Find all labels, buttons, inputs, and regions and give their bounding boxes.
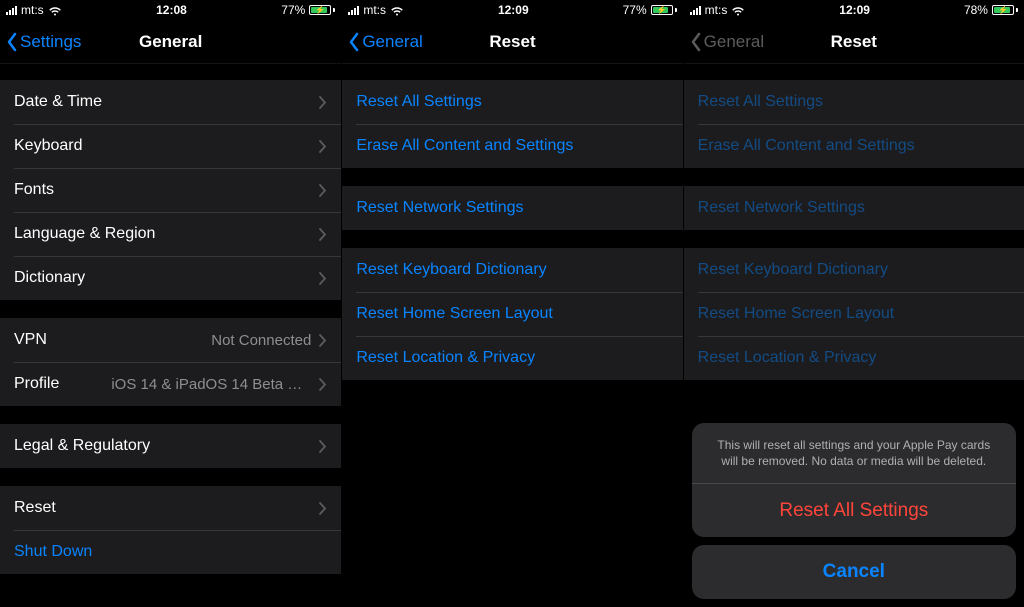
action-sheet: This will reset all settings and your Ap… bbox=[692, 423, 1016, 599]
chevron-right-icon bbox=[319, 184, 327, 197]
row-erase-all-content[interactable]: Erase All Content and Settings bbox=[342, 124, 682, 168]
back-label: Settings bbox=[20, 32, 81, 52]
chevron-left-icon bbox=[690, 32, 702, 52]
settings-group: Reset All Settings Erase All Content and… bbox=[684, 80, 1024, 168]
row-reset-all-settings: Reset All Settings bbox=[684, 80, 1024, 124]
row-legal[interactable]: Legal & Regulatory bbox=[0, 424, 341, 468]
carrier-label: mt:s bbox=[21, 3, 44, 17]
row-date-time[interactable]: Date & Time bbox=[0, 80, 341, 124]
battery-pct: 77% bbox=[281, 3, 305, 17]
battery-icon: ⚡ bbox=[992, 5, 1018, 15]
page-title: Reset bbox=[831, 32, 877, 52]
signal-icon bbox=[6, 6, 17, 15]
clock: 12:08 bbox=[156, 3, 187, 17]
status-bar: mt:s 12:09 77% ⚡ bbox=[342, 0, 682, 20]
wifi-icon bbox=[731, 5, 745, 15]
settings-group: Reset Keyboard Dictionary Reset Home Scr… bbox=[342, 248, 682, 380]
chevron-right-icon bbox=[319, 228, 327, 241]
navbar: General Reset bbox=[684, 20, 1024, 64]
signal-icon bbox=[690, 6, 701, 15]
back-button[interactable]: General bbox=[348, 32, 422, 52]
sheet-cancel-button[interactable]: Cancel bbox=[692, 545, 1016, 599]
battery-icon: ⚡ bbox=[651, 5, 677, 15]
pane-general: mt:s 12:08 77% ⚡ Settings General Date &… bbox=[0, 0, 341, 607]
chevron-right-icon bbox=[319, 140, 327, 153]
chevron-right-icon bbox=[319, 440, 327, 453]
settings-group: Reset Network Settings bbox=[342, 186, 682, 230]
pane-reset: mt:s 12:09 77% ⚡ General Reset Reset All… bbox=[341, 0, 682, 607]
settings-group: Legal & Regulatory bbox=[0, 424, 341, 468]
sheet-reset-button[interactable]: Reset All Settings bbox=[692, 483, 1016, 537]
carrier-label: mt:s bbox=[363, 3, 386, 17]
chevron-left-icon bbox=[6, 32, 18, 52]
back-button[interactable]: Settings bbox=[6, 32, 81, 52]
page-title: Reset bbox=[489, 32, 535, 52]
settings-group: Reset Keyboard Dictionary Reset Home Scr… bbox=[684, 248, 1024, 380]
clock: 12:09 bbox=[498, 3, 529, 17]
battery-pct: 78% bbox=[964, 3, 988, 17]
settings-group: VPNNot Connected ProfileiOS 14 & iPadOS … bbox=[0, 318, 341, 406]
settings-group: Date & Time Keyboard Fonts Language & Re… bbox=[0, 80, 341, 300]
pane-reset-confirm: mt:s 12:09 78% ⚡ General Reset Reset All… bbox=[683, 0, 1024, 607]
row-reset-network[interactable]: Reset Network Settings bbox=[342, 186, 682, 230]
page-title: General bbox=[139, 32, 202, 52]
chevron-right-icon bbox=[319, 378, 327, 391]
navbar: Settings General bbox=[0, 20, 341, 64]
content: Reset All Settings Erase All Content and… bbox=[342, 64, 682, 607]
status-bar: mt:s 12:09 78% ⚡ bbox=[684, 0, 1024, 20]
signal-icon bbox=[348, 6, 359, 15]
row-erase-all-content: Erase All Content and Settings bbox=[684, 124, 1024, 168]
row-reset-home-layout: Reset Home Screen Layout bbox=[684, 292, 1024, 336]
chevron-right-icon bbox=[319, 334, 327, 347]
row-vpn[interactable]: VPNNot Connected bbox=[0, 318, 341, 362]
settings-group: Reset Shut Down bbox=[0, 486, 341, 574]
status-bar: mt:s 12:08 77% ⚡ bbox=[0, 0, 341, 20]
battery-pct: 77% bbox=[623, 3, 647, 17]
sheet-message: This will reset all settings and your Ap… bbox=[692, 423, 1016, 483]
row-fonts[interactable]: Fonts bbox=[0, 168, 341, 212]
back-button: General bbox=[690, 32, 764, 52]
row-language-region[interactable]: Language & Region bbox=[0, 212, 341, 256]
chevron-right-icon bbox=[319, 502, 327, 515]
chevron-right-icon bbox=[319, 96, 327, 109]
settings-group: Reset All Settings Erase All Content and… bbox=[342, 80, 682, 168]
row-shutdown[interactable]: Shut Down bbox=[0, 530, 341, 574]
row-reset-all-settings[interactable]: Reset All Settings bbox=[342, 80, 682, 124]
row-reset-keyboard-dict: Reset Keyboard Dictionary bbox=[684, 248, 1024, 292]
back-label: General bbox=[362, 32, 422, 52]
clock: 12:09 bbox=[839, 3, 870, 17]
back-label: General bbox=[704, 32, 764, 52]
wifi-icon bbox=[48, 5, 62, 15]
row-reset-location-privacy[interactable]: Reset Location & Privacy bbox=[342, 336, 682, 380]
row-profile[interactable]: ProfileiOS 14 & iPadOS 14 Beta Softwar..… bbox=[0, 362, 341, 406]
row-reset-home-layout[interactable]: Reset Home Screen Layout bbox=[342, 292, 682, 336]
row-reset[interactable]: Reset bbox=[0, 486, 341, 530]
row-reset-keyboard-dict[interactable]: Reset Keyboard Dictionary bbox=[342, 248, 682, 292]
row-keyboard[interactable]: Keyboard bbox=[0, 124, 341, 168]
navbar: General Reset bbox=[342, 20, 682, 64]
row-dictionary[interactable]: Dictionary bbox=[0, 256, 341, 300]
carrier-label: mt:s bbox=[705, 3, 728, 17]
battery-icon: ⚡ bbox=[309, 5, 335, 15]
row-reset-network: Reset Network Settings bbox=[684, 186, 1024, 230]
wifi-icon bbox=[390, 5, 404, 15]
chevron-right-icon bbox=[319, 272, 327, 285]
settings-group: Reset Network Settings bbox=[684, 186, 1024, 230]
chevron-left-icon bbox=[348, 32, 360, 52]
content: Date & Time Keyboard Fonts Language & Re… bbox=[0, 64, 341, 607]
sheet-block: This will reset all settings and your Ap… bbox=[692, 423, 1016, 537]
row-reset-location-privacy: Reset Location & Privacy bbox=[684, 336, 1024, 380]
